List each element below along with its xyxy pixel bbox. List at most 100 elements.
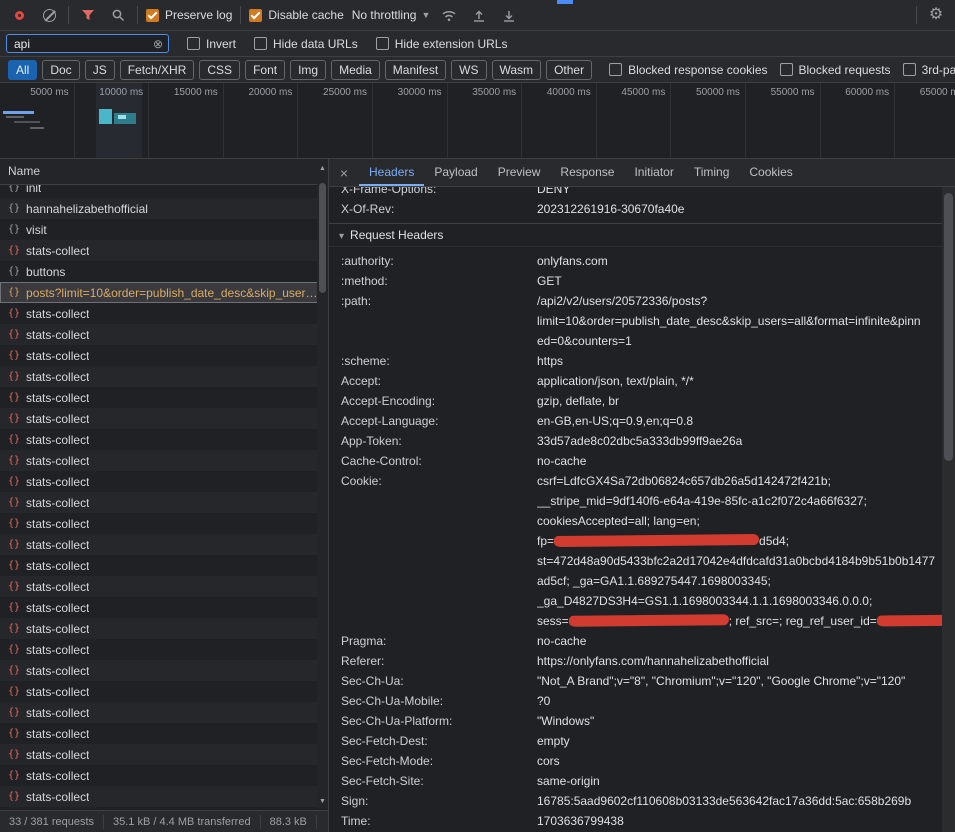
request-row[interactable]: {}buttons xyxy=(0,261,328,282)
request-row[interactable]: {}stats-collect xyxy=(0,723,328,744)
invert-checkbox[interactable]: Invert xyxy=(187,37,236,51)
scrollbar-thumb[interactable] xyxy=(319,183,326,293)
hide-data-urls-checkbox[interactable]: Hide data URLs xyxy=(254,37,358,51)
toolbar-divider xyxy=(240,6,241,24)
request-row[interactable]: {}stats-collect xyxy=(0,555,328,576)
timeline-tick: 50000 ms xyxy=(671,83,746,158)
tab-timing[interactable]: Timing xyxy=(684,159,740,186)
search-button[interactable] xyxy=(107,3,129,27)
request-row[interactable]: {}posts?limit=10&order=publish_date_desc… xyxy=(0,282,328,303)
request-row[interactable]: {}stats-collect xyxy=(0,240,328,261)
settings-gear-button[interactable]: ⚙ xyxy=(925,3,947,27)
timeline-tick-label: 15000 ms xyxy=(174,87,218,98)
headers-content-wrap: X-Frame-Options:DENYX-Of-Rev:20231226191… xyxy=(329,187,955,832)
request-row[interactable]: {}stats-collect xyxy=(0,492,328,513)
clear-filter-icon[interactable]: ⊗ xyxy=(153,38,163,50)
request-row[interactable]: {}stats-collect xyxy=(0,408,328,429)
request-row[interactable]: {}visit xyxy=(0,219,328,240)
type-filter-other[interactable]: Other xyxy=(546,60,592,80)
json-resource-icon: {} xyxy=(8,476,20,487)
request-row[interactable]: {}init xyxy=(0,185,328,198)
request-name: stats-collect xyxy=(26,328,89,342)
request-row[interactable]: {}stats-collect xyxy=(0,429,328,450)
request-name: stats-collect xyxy=(26,664,89,678)
type-filter-font[interactable]: Font xyxy=(245,60,285,80)
type-filter-css[interactable]: CSS xyxy=(199,60,240,80)
request-row[interactable]: {}stats-collect xyxy=(0,597,328,618)
header-key: :path: xyxy=(341,291,537,351)
requests-scrollbar[interactable]: ▲ ▼ xyxy=(317,163,328,808)
hide-extension-urls-checkbox[interactable]: Hide extension URLs xyxy=(376,37,508,51)
request-row[interactable]: {}stats-collect xyxy=(0,681,328,702)
clear-button[interactable] xyxy=(38,3,60,27)
header-key: Cache-Control: xyxy=(341,451,537,471)
scroll-down-icon[interactable]: ▼ xyxy=(319,796,326,808)
request-row[interactable]: {}stats-collect xyxy=(0,366,328,387)
filter-input[interactable] xyxy=(12,36,153,52)
type-filter-wasm[interactable]: Wasm xyxy=(492,60,542,80)
request-row[interactable]: {}stats-collect xyxy=(0,303,328,324)
json-resource-icon: {} xyxy=(8,413,20,424)
filter-toggle-button[interactable] xyxy=(77,3,99,27)
type-filter-manifest[interactable]: Manifest xyxy=(385,60,446,80)
request-row[interactable]: {}stats-collect xyxy=(0,471,328,492)
preserve-log-checkbox[interactable]: Preserve log xyxy=(146,8,232,22)
request-row[interactable]: {}stats-collect xyxy=(0,765,328,786)
scroll-up-icon[interactable]: ▲ xyxy=(319,163,326,175)
collapse-caret-icon[interactable]: ▾ xyxy=(339,231,344,242)
type-filter-js[interactable]: JS xyxy=(85,60,115,80)
blocked-response-cookies-checkbox[interactable]: Blocked response cookies xyxy=(609,63,767,77)
tab-cookies[interactable]: Cookies xyxy=(739,159,802,186)
request-name: stats-collect xyxy=(26,601,89,615)
request-row[interactable]: {}stats-collect xyxy=(0,639,328,660)
3rd-party-requests-checkbox[interactable]: 3rd-party requests xyxy=(903,63,955,77)
timeline-tick-label: 65000 ms xyxy=(920,87,955,98)
request-row[interactable]: {}stats-collect xyxy=(0,450,328,471)
throttling-dropdown[interactable]: No throttling ▼ xyxy=(352,8,431,22)
header-row: :scheme:https xyxy=(341,351,942,371)
invert-label: Invert xyxy=(206,37,236,51)
type-filter-ws[interactable]: WS xyxy=(451,60,486,80)
header-value-line: sess=; ref_src=; reg_ref_user_id= xyxy=(537,611,942,631)
tab-payload[interactable]: Payload xyxy=(424,159,487,186)
request-row[interactable]: {}stats-collect xyxy=(0,345,328,366)
request-row[interactable]: {}stats-collect xyxy=(0,534,328,555)
export-har-button[interactable] xyxy=(498,3,520,27)
throttling-value: No throttling xyxy=(352,8,417,22)
type-filter-doc[interactable]: Doc xyxy=(42,60,79,80)
details-scrollbar[interactable] xyxy=(942,187,955,832)
timeline-tick-label: 60000 ms xyxy=(845,87,889,98)
timeline-overview[interactable]: 5000 ms10000 ms15000 ms20000 ms25000 ms3… xyxy=(0,83,955,159)
type-filter-media[interactable]: Media xyxy=(331,60,380,80)
request-row[interactable]: {}stats-collect xyxy=(0,387,328,408)
request-row[interactable]: {}stats-collect xyxy=(0,786,328,807)
record-button[interactable] xyxy=(8,3,30,27)
network-conditions-button[interactable] xyxy=(438,3,460,27)
type-filter-fetch-xhr[interactable]: Fetch/XHR xyxy=(120,60,195,80)
type-filter-all[interactable]: All xyxy=(8,60,37,80)
import-har-button[interactable] xyxy=(468,3,490,27)
request-row[interactable]: {}stats-collect xyxy=(0,618,328,639)
tab-response[interactable]: Response xyxy=(550,159,624,186)
json-resource-icon: {} xyxy=(8,581,20,592)
type-filter-img[interactable]: Img xyxy=(290,60,326,80)
name-column-header[interactable]: Name xyxy=(0,159,328,185)
resources-size: 88.3 kB xyxy=(261,815,317,829)
blocked-requests-checkbox[interactable]: Blocked requests xyxy=(780,63,891,77)
request-row[interactable]: {}stats-collect xyxy=(0,576,328,597)
request-row[interactable]: {}stats-collect xyxy=(0,744,328,765)
tab-preview[interactable]: Preview xyxy=(488,159,551,186)
scrollbar-thumb[interactable] xyxy=(944,193,953,461)
request-row[interactable]: {}stats-collect xyxy=(0,324,328,345)
timeline-tick-label: 25000 ms xyxy=(323,87,367,98)
tab-initiator[interactable]: Initiator xyxy=(624,159,683,186)
disable-cache-checkbox[interactable]: Disable cache xyxy=(249,8,343,22)
request-row[interactable]: {}hannahelizabethofficial xyxy=(0,198,328,219)
close-details-button[interactable]: × xyxy=(329,159,359,186)
header-value: "Windows" xyxy=(537,711,942,731)
request-headers-section[interactable]: ▾Request Headers xyxy=(329,223,942,247)
tab-headers[interactable]: Headers xyxy=(359,159,424,186)
request-row[interactable]: {}stats-collect xyxy=(0,660,328,681)
request-row[interactable]: {}stats-collect xyxy=(0,513,328,534)
request-row[interactable]: {}stats-collect xyxy=(0,702,328,723)
